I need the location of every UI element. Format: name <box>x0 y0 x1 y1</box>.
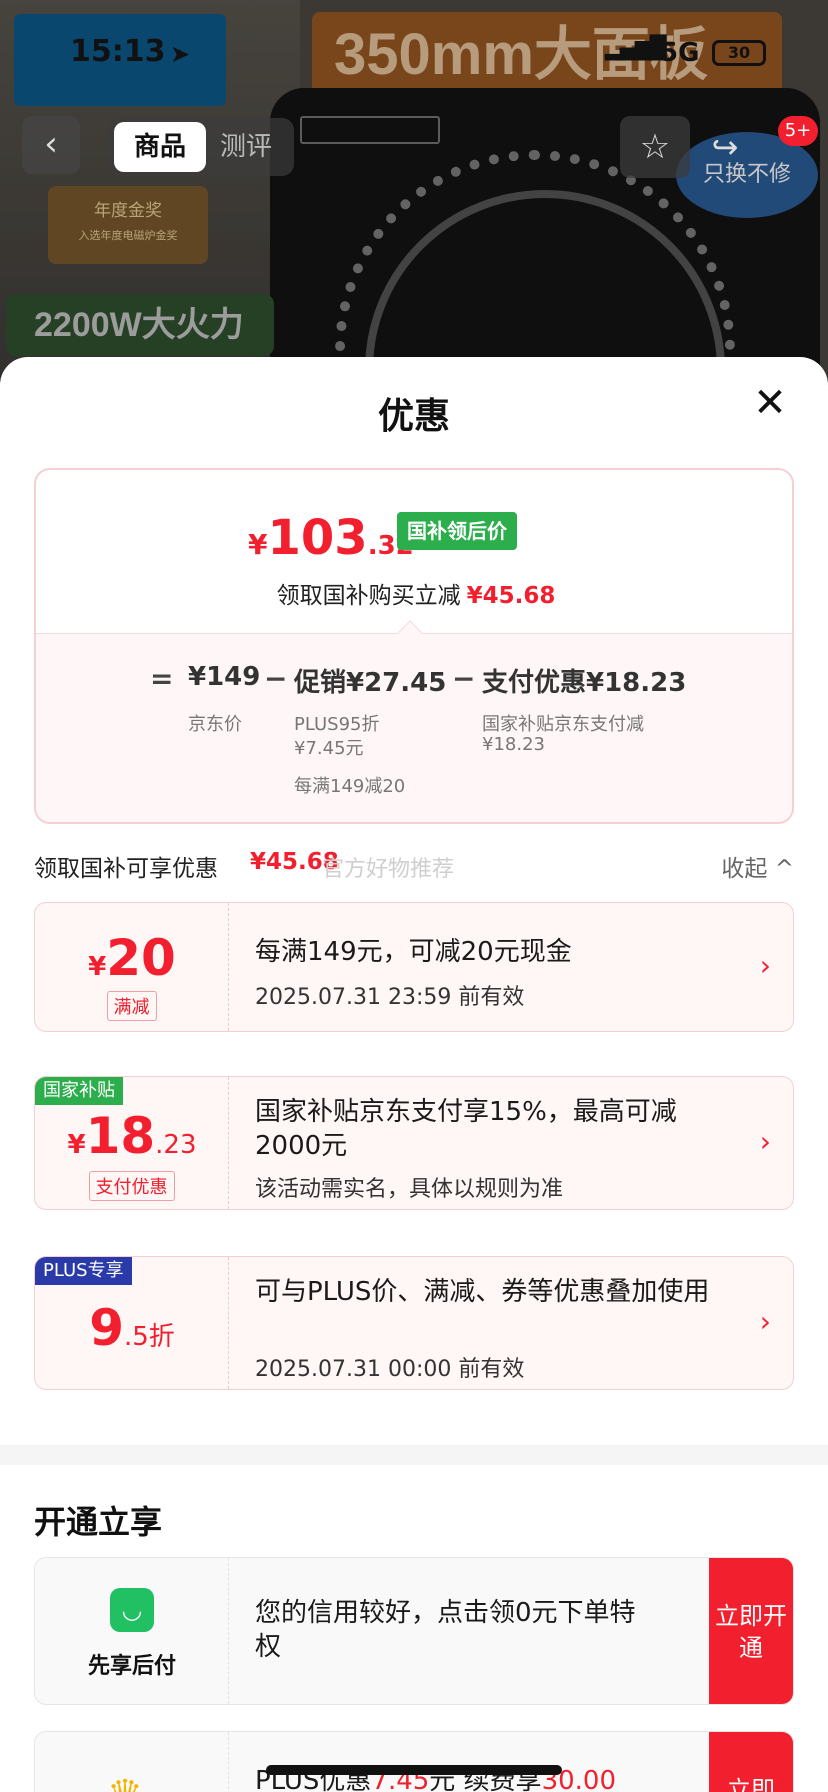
promo-sub-plus-amount: ¥7.45元 <box>294 738 364 759</box>
service-plus-membership[interactable]: ♛ PLUS优惠7.45元 续费享30.00 立即 <box>34 1731 794 1792</box>
sheet-title: 优惠 <box>377 396 450 437</box>
status-bar: 15:13 ➤ ▂▄▆█ 5G 30 <box>0 0 828 100</box>
favorite-button[interactable]: ☆ <box>620 116 690 178</box>
discount-summary-row: 领取国补可享优惠 ¥45.68 官方好物推荐 收起 ^ <box>34 845 794 885</box>
recommendation-ghost-text: 官方好物推荐 <box>322 857 455 882</box>
product-tabs: 商品 测评 <box>108 118 294 176</box>
final-price-currency: ¥ <box>248 528 268 561</box>
share-icon: ↪ <box>711 128 739 166</box>
service-description: 您的信用较好，点击领0元下单特权 <box>255 1598 636 1662</box>
chevron-left-icon: ‹ <box>44 124 58 164</box>
summary-label: 领取国补可享优惠 <box>34 856 218 882</box>
coupon-type-label: 支付优惠 <box>88 1171 175 1201</box>
shopping-bag-icon: ◡ <box>110 1588 154 1632</box>
battery-icon: 30 <box>712 40 766 66</box>
payment-discount-label: 国家补贴京东支付减 <box>482 714 644 735</box>
service-name: 先享后付 <box>87 1654 176 1679</box>
crown-icon: ♛ <box>107 1772 143 1792</box>
activate-button[interactable]: 立即 <box>709 1732 793 1792</box>
payment-discount-value: 支付优惠¥18.23 <box>482 668 687 698</box>
coupon-amount-panel: 国家补贴 ¥18.23 支付优惠 <box>35 1077 229 1209</box>
collapse-toggle[interactable]: 收起 ^ <box>721 849 794 883</box>
coupon-source-tag: 国家补贴 <box>35 1077 123 1105</box>
coupon-title: 国家补贴京东支付享15%，最高可减2000元 <box>255 1097 677 1161</box>
promo-value: 促销¥27.45 <box>294 668 447 698</box>
service-pay-later[interactable]: ◡ 先享后付 您的信用较好，点击领0元下单特权 立即开通 <box>34 1557 794 1705</box>
signal-icon: ▂▄▆█ <box>605 36 667 61</box>
chevron-right-icon: › <box>759 1125 771 1158</box>
chevron-right-icon: › <box>759 1305 771 1338</box>
coupon-validity: 2025.07.31 00:00 前有效 <box>255 1357 525 1382</box>
coupon-plus-exclusive[interactable]: PLUS专享 9.5折 可与PLUS价、满减、券等优惠叠加使用 2025.07.… <box>34 1256 794 1390</box>
tab-review[interactable]: 测评 <box>220 122 272 172</box>
minus-sign: − <box>452 662 476 695</box>
final-price: ¥103.32 <box>248 510 414 566</box>
coupon-currency: ¥ <box>67 1130 86 1160</box>
jd-price-label: 京东价 <box>188 714 242 735</box>
coupon-amount-decimal: .5折 <box>123 1322 175 1352</box>
coupon-title: 每满149元，可减20元现金 <box>255 937 572 967</box>
coupon-currency: ¥ <box>88 952 107 982</box>
service-icon-panel: ◡ 先享后付 <box>35 1558 229 1704</box>
tab-product[interactable]: 商品 <box>114 122 206 172</box>
network-type: 5G <box>660 38 700 68</box>
share-button[interactable]: ↪ <box>690 116 760 178</box>
coupon-amount: 9.5折 <box>35 1299 229 1357</box>
coupon-full-reduction[interactable]: ¥20 满减 每满149元，可减20元现金 2025.07.31 23:59 前… <box>34 902 794 1032</box>
subsidy-price-tag: 国补领后价 <box>397 512 517 550</box>
final-price-integer: 103 <box>267 510 368 566</box>
coupon-description: 该活动需实名，具体以规则为准 <box>255 1177 564 1202</box>
section-divider <box>0 1445 828 1465</box>
chevron-right-icon: › <box>759 949 771 982</box>
service-icon-panel: ♛ <box>35 1732 229 1792</box>
close-button[interactable]: ✕ <box>750 383 790 423</box>
coupon-amount-integer: 18 <box>85 1107 156 1165</box>
coupon-amount-integer: 9 <box>89 1299 124 1357</box>
coupon-title: 可与PLUS价、满减、券等优惠叠加使用 <box>255 1277 710 1307</box>
star-icon: ☆ <box>639 127 671 167</box>
cart-count-badge: 5+ <box>778 116 818 146</box>
coupon-amount: ¥20 <box>35 929 229 987</box>
activate-button[interactable]: 立即开通 <box>709 1558 793 1704</box>
coupon-validity: 2025.07.31 23:59 前有效 <box>255 985 525 1010</box>
equals-sign: = <box>150 662 174 695</box>
promo-sub-full-reduction: 每满149减20 <box>294 776 406 797</box>
coupon-type-label: 满减 <box>106 991 157 1021</box>
promo-sub-plus: PLUS95折 <box>294 714 380 735</box>
status-time: 15:13 <box>70 34 166 69</box>
coupon-amount-panel: PLUS专享 9.5折 <box>35 1257 229 1389</box>
payment-discount-amount: ¥18.23 <box>482 734 545 755</box>
coupon-amount-decimal: .23 <box>155 1130 197 1160</box>
claim-amount: ¥45.68 <box>466 583 556 609</box>
coupon-amount: ¥18.23 <box>35 1107 229 1165</box>
close-icon: ✕ <box>753 380 787 426</box>
coupon-amount-integer: 20 <box>106 929 176 987</box>
jd-price: ¥149 <box>188 662 261 692</box>
coupon-source-tag: PLUS专享 <box>35 1257 132 1285</box>
minus-sign: − <box>264 662 288 695</box>
discount-sheet: 优惠 ✕ ¥103.32 国补领后价 领取国补购买立减 ¥45.68 = ¥149… <box>0 357 828 1792</box>
claim-label: 领取国补购买立减 <box>276 583 461 609</box>
coupon-national-subsidy[interactable]: 国家补贴 ¥18.23 支付优惠 国家补贴京东支付享15%，最高可减2000元 … <box>34 1076 794 1210</box>
home-indicator[interactable] <box>266 1765 562 1775</box>
back-button[interactable]: ‹ <box>22 116 80 174</box>
open-section-title: 开通立享 <box>34 1503 163 1541</box>
price-breakdown-card: ¥103.32 国补领后价 领取国补购买立减 ¥45.68 = ¥149 京东价 … <box>34 468 794 824</box>
coupon-amount-panel: ¥20 满减 <box>35 903 229 1031</box>
claim-line: 领取国补购买立减 ¥45.68 <box>36 576 792 610</box>
location-arrow-icon: ➤ <box>170 40 191 68</box>
